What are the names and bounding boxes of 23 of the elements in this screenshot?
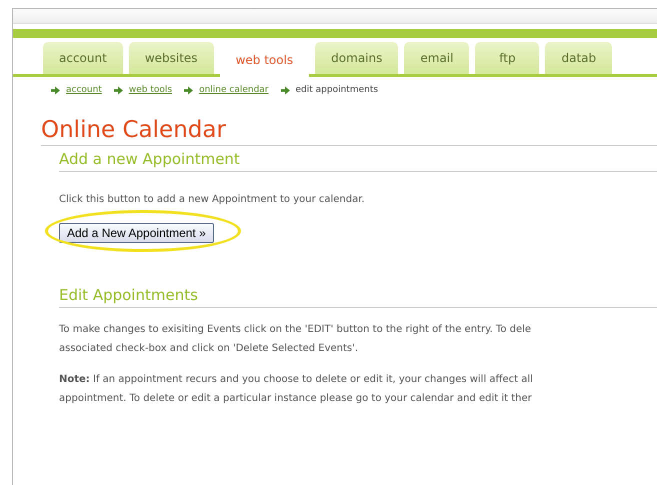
nav-tab[interactable]: datab <box>545 42 612 74</box>
breadcrumb-link[interactable]: online calendar <box>199 85 269 95</box>
section-heading: Edit Appointments <box>59 286 657 308</box>
nav-tab[interactable]: email <box>404 42 470 74</box>
paragraph-line: To make changes to exisiting Events click on the 'EDIT' button to the right of the entry. To dele <box>59 323 532 337</box>
arrow-icon <box>51 86 60 94</box>
paragraph-line: associated check-box and click on 'Delete Selected Events'. <box>59 342 360 356</box>
page-title: Online Calendar <box>41 117 657 146</box>
paragraph-line: appointment. To delete or edit a particular instance please go to your calendar and edit it ther <box>59 392 533 406</box>
breadcrumb-link[interactable]: account <box>66 85 102 95</box>
arrow-icon <box>280 86 290 94</box>
breadcrumb-current: edit appointments <box>296 85 378 95</box>
arrow-icon <box>184 86 194 94</box>
nav-tab[interactable]: account <box>43 42 123 74</box>
section-heading: Add a new Appointment <box>59 150 657 172</box>
paragraph-line: Note: If an appointment recurs and you choose to delete or edit it, your changes will affect all <box>59 373 534 387</box>
nav-tab[interactable]: websites <box>128 42 214 74</box>
arrow-icon <box>114 86 123 94</box>
add-appointment-button[interactable]: Add a New Appointment » <box>59 223 214 243</box>
instruction-text: Click this button to add a new Appointment to your calendar. <box>59 194 366 205</box>
nav-tab[interactable]: domains <box>315 42 398 74</box>
breadcrumb-link[interactable]: web tools <box>128 85 172 95</box>
nav-tab[interactable]: ftp <box>475 42 540 74</box>
